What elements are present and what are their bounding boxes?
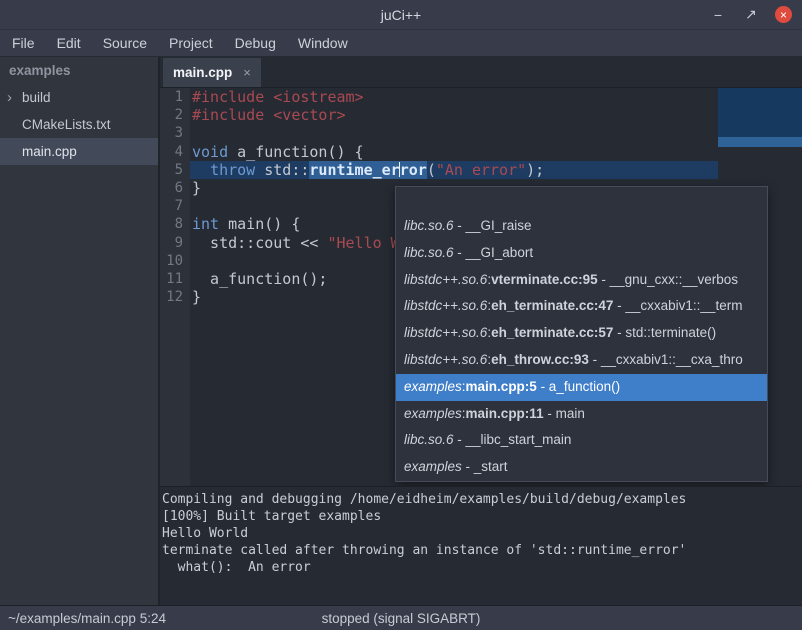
menubar: FileEditSourceProjectDebugWindow xyxy=(0,30,802,57)
tab-maincpp[interactable]: main.cpp × xyxy=(163,58,261,87)
stack-frame-item[interactable]: libstdc++.so.6:eh_throw.cc:93 - __cxxabi… xyxy=(396,347,767,374)
line-number: 1 xyxy=(160,88,190,106)
terminal-line: [100%] Built target examples xyxy=(162,508,800,525)
window-title: juCi++ xyxy=(381,7,421,23)
file-sidebar: examples › build CMakeLists.txt main.cpp xyxy=(0,57,160,605)
maximize-icon: ↗ xyxy=(745,6,757,23)
terminal-line: terminate called after throwing an insta… xyxy=(162,542,800,559)
main-column: main.cpp × 1#include <iostream>2#include… xyxy=(160,57,802,605)
stack-frame-list: libc.so.6 - __GI_raiselibc.so.6 - __GI_a… xyxy=(396,213,767,481)
tree-item-label: main.cpp xyxy=(22,144,77,159)
line-number: 10 xyxy=(160,252,190,270)
line-number: 12 xyxy=(160,288,190,306)
line-number: 8 xyxy=(160,215,190,233)
file-tree: › build CMakeLists.txt main.cpp xyxy=(0,84,158,165)
menu-item-source[interactable]: Source xyxy=(92,35,158,51)
stack-frame-item[interactable]: examples - _start xyxy=(396,454,767,481)
close-button[interactable]: × xyxy=(775,6,792,23)
code-text: void a_function() { xyxy=(190,143,802,161)
line-number: 5 xyxy=(160,161,190,179)
terminal-output: Compiling and debugging /home/eidheim/ex… xyxy=(162,491,800,576)
code-line[interactable]: 4void a_function() { xyxy=(160,143,802,161)
code-text: #include <vector> xyxy=(190,106,802,124)
code-editor[interactable]: 1#include <iostream>2#include <vector>34… xyxy=(160,88,802,486)
line-number: 2 xyxy=(160,106,190,124)
stack-frame-popup: libc.so.6 - __GI_raiselibc.so.6 - __GI_a… xyxy=(395,186,768,482)
minimize-icon: − xyxy=(714,7,722,23)
line-number: 4 xyxy=(160,143,190,161)
stack-frame-item[interactable]: libc.so.6 - __GI_raise xyxy=(396,213,767,240)
tree-item-label: CMakeLists.txt xyxy=(22,117,111,132)
minimize-button[interactable]: − xyxy=(709,6,727,24)
menu-item-debug[interactable]: Debug xyxy=(224,35,287,51)
terminal-panel[interactable]: Compiling and debugging /home/eidheim/ex… xyxy=(160,486,802,605)
menu-item-window[interactable]: Window xyxy=(287,35,359,51)
stack-frame-item[interactable]: libstdc++.so.6:vterminate.cc:95 - __gnu_… xyxy=(396,267,767,294)
terminal-line: Compiling and debugging /home/eidheim/ex… xyxy=(162,491,800,508)
line-number: 7 xyxy=(160,197,190,215)
line-number: 11 xyxy=(160,270,190,288)
code-line[interactable]: 2#include <vector> xyxy=(160,106,802,124)
tab-label: main.cpp xyxy=(173,65,232,80)
line-number: 3 xyxy=(160,124,190,142)
titlebar[interactable]: juCi++ − ↗ × xyxy=(0,0,802,30)
code-text xyxy=(190,124,802,142)
maximize-button[interactable]: ↗ xyxy=(742,6,760,24)
stack-frame-item[interactable]: libc.so.6 - __libc_start_main xyxy=(396,427,767,454)
terminal-line: Hello World xyxy=(162,525,800,542)
line-number: 9 xyxy=(160,234,190,252)
code-line[interactable]: 3 xyxy=(160,124,802,142)
tree-item-build[interactable]: › build xyxy=(0,84,158,111)
statusbar-path: ~/examples/main.cpp 5:24 xyxy=(8,611,166,626)
tabbar: main.cpp × xyxy=(160,57,802,88)
code-line[interactable]: 5 throw std::runtime_error("An error"); xyxy=(160,161,802,179)
content: examples › build CMakeLists.txt main.cpp ma… xyxy=(0,57,802,605)
juci-window: juCi++ − ↗ × FileEditSourceProjectDebugW… xyxy=(0,0,802,630)
code-text: throw std::runtime_error("An error"); xyxy=(190,161,802,179)
line-number: 6 xyxy=(160,179,190,197)
stack-frame-item[interactable]: examples:main.cpp:11 - main xyxy=(396,401,767,428)
blue-overlay-box xyxy=(718,88,802,147)
tree-item-label: build xyxy=(22,90,51,105)
tree-item-main-cpp[interactable]: main.cpp xyxy=(0,138,158,165)
statusbar: stopped (signal SIGABRT) ~/examples/main… xyxy=(0,605,802,630)
sidebar-header: examples xyxy=(0,57,158,84)
terminal-line: what(): An error xyxy=(162,559,800,576)
tab-close-icon[interactable]: × xyxy=(243,65,251,80)
stack-frame-item[interactable]: libstdc++.so.6:eh_terminate.cc:47 - __cx… xyxy=(396,293,767,320)
menu-item-file[interactable]: File xyxy=(1,35,46,51)
close-icon: × xyxy=(780,8,787,22)
code-line[interactable]: 1#include <iostream> xyxy=(160,88,802,106)
menu-item-edit[interactable]: Edit xyxy=(46,35,92,51)
stack-frame-item[interactable]: examples:main.cpp:5 - a_function() xyxy=(396,374,767,401)
code-text: #include <iostream> xyxy=(190,88,802,106)
tree-item-cmakelists-txt[interactable]: CMakeLists.txt xyxy=(0,111,158,138)
stack-frame-item[interactable]: libc.so.6 - __GI_abort xyxy=(396,240,767,267)
window-controls: − ↗ × xyxy=(709,0,792,29)
blue-overlay-strip xyxy=(718,137,802,147)
menu-item-project[interactable]: Project xyxy=(158,35,224,51)
stack-frame-item[interactable]: libstdc++.so.6:eh_terminate.cc:57 - std:… xyxy=(396,320,767,347)
chevron-right-icon[interactable]: › xyxy=(7,84,12,111)
